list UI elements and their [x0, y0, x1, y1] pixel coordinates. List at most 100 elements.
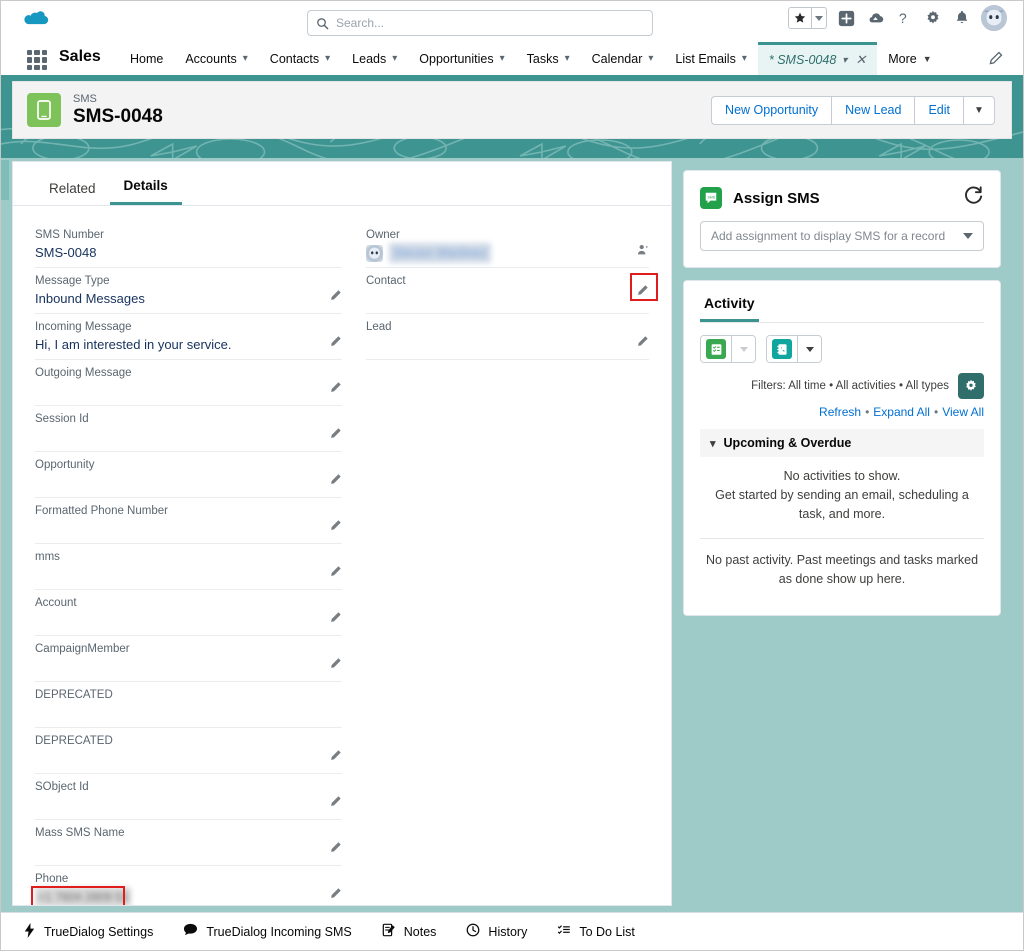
utility-truedialog-incoming-sms[interactable]: TrueDialog Incoming SMS [183, 923, 352, 940]
edit-pencil-icon[interactable] [329, 335, 342, 353]
utility-history[interactable]: History [466, 923, 527, 940]
refresh-link[interactable]: Refresh [819, 405, 861, 419]
utility-label: Notes [403, 924, 437, 939]
log-a-call-dropdown[interactable] [797, 336, 821, 362]
edit-pencil-icon[interactable] [329, 381, 342, 399]
edit-pencil-icon[interactable] [329, 887, 342, 905]
utility-label: TrueDialog Incoming SMS [206, 924, 352, 939]
help-icon[interactable]: ? [894, 8, 914, 28]
field-outgoing-message: Outgoing Message [35, 360, 342, 406]
nav-item-accounts[interactable]: Accounts ▾ [174, 42, 258, 75]
caret-down-icon[interactable]: ▼ [923, 54, 932, 64]
chevron-down-icon[interactable]: ▾ [842, 55, 847, 66]
new-task-dropdown[interactable] [731, 336, 755, 362]
nav-item-tasks[interactable]: Tasks ▾ [516, 42, 581, 75]
upcoming-overdue-section-header[interactable]: ▾ Upcoming & Overdue [700, 429, 984, 457]
chevron-down-icon[interactable]: ▾ [325, 53, 330, 64]
gear-icon[interactable] [923, 8, 943, 28]
upcoming-overdue-label: Upcoming & Overdue [723, 436, 852, 450]
empty-line-2: Get started by sending an email, schedul… [715, 488, 969, 521]
activity-filters-gear-icon[interactable] [958, 373, 984, 399]
avatar[interactable] [981, 5, 1007, 31]
edit-pencil-icon[interactable] [329, 657, 342, 675]
tab-activity[interactable]: Activity [700, 295, 759, 322]
favorites-control[interactable] [788, 7, 827, 29]
nav-item-label: List Emails [675, 51, 736, 66]
nav-item-calendar[interactable]: Calendar ▾ [581, 42, 665, 75]
edit-button[interactable]: Edit [914, 95, 963, 125]
edit-pencil-icon[interactable] [329, 841, 342, 859]
field-label: CampaignMember [35, 643, 130, 655]
assignment-combobox[interactable]: Add assignment to display SMS for a reco… [700, 221, 984, 251]
salesforce-cloud-logo[interactable] [19, 7, 53, 33]
global-search-input[interactable]: Search... [307, 10, 653, 36]
favorites-chevron-down-icon[interactable] [811, 8, 826, 28]
add-icon[interactable] [836, 8, 856, 28]
edit-pencil-icon[interactable] [636, 335, 649, 353]
expand-all-link[interactable]: Expand All [873, 405, 930, 419]
nav-item-leads[interactable]: Leads ▾ [341, 42, 408, 75]
new-task-button-group [700, 335, 756, 363]
utility-truedialog-settings[interactable]: TrueDialog Settings [23, 922, 153, 941]
field-label: Opportunity [35, 459, 95, 471]
nav-item-contacts[interactable]: Contacts ▾ [259, 42, 341, 75]
utility-notes[interactable]: Notes [382, 923, 437, 940]
assignment-placeholder: Add assignment to display SMS for a reco… [711, 229, 946, 243]
edit-pencil-icon[interactable] [329, 473, 342, 491]
chevron-down-icon[interactable] [963, 233, 973, 239]
new-opportunity-button[interactable]: New Opportunity [711, 95, 832, 125]
redacted-owner-name: Steven Martinez [389, 243, 491, 263]
view-all-link[interactable]: View All [942, 405, 984, 419]
edit-pencil-icon[interactable] [329, 749, 342, 767]
chevron-down-icon[interactable]: ▾ [648, 53, 653, 64]
edit-pencil-icon[interactable] [329, 289, 342, 307]
new-task-button[interactable] [701, 336, 731, 362]
edit-navigation-pencil-icon[interactable] [988, 51, 1003, 71]
chevron-down-icon[interactable]: ▾ [392, 53, 397, 64]
nav-item-home[interactable]: Home [119, 42, 174, 75]
details-left-column: SMS Number SMS-0048 Message Type Inbound… [31, 222, 342, 905]
nav-item-list-emails[interactable]: List Emails ▾ [664, 42, 757, 75]
change-owner-icon[interactable] [636, 243, 649, 261]
nav-item-opportunities[interactable]: Opportunities ▾ [408, 42, 515, 75]
app-launcher-icon[interactable] [27, 50, 47, 70]
log-a-call-button[interactable] [767, 336, 797, 362]
activity-empty-state: No activities to show. Get started by se… [684, 457, 1000, 524]
field-label: Account [35, 597, 77, 609]
chevron-down-icon[interactable]: ▾ [565, 53, 570, 64]
edit-pencil-icon[interactable] [329, 427, 342, 445]
record-banner: SMS SMS-0048 New Opportunity New Lead Ed… [1, 78, 1023, 158]
utility-to-do-list[interactable]: To Do List [557, 923, 635, 940]
nav-tab-sms-0048[interactable]: * SMS-0048 ▾ ✕ [757, 42, 878, 75]
field-mass-sms-name: Mass SMS Name [35, 820, 342, 866]
star-icon[interactable] [789, 8, 811, 28]
details-field-grid: SMS Number SMS-0048 Message Type Inbound… [13, 206, 671, 905]
edit-pencil-icon[interactable] [329, 795, 342, 813]
cloud-setup-icon[interactable] [865, 8, 885, 28]
field-deprecated-1: DEPRECATED [35, 682, 342, 728]
edit-pencil-icon[interactable] [329, 611, 342, 629]
field-label: Mass SMS Name [35, 827, 125, 839]
close-icon[interactable]: ✕ [855, 52, 866, 68]
refresh-icon[interactable] [963, 185, 984, 211]
tab-related[interactable]: Related [35, 181, 110, 205]
chevron-down-icon[interactable]: ▾ [243, 53, 248, 64]
activity-links: Refresh • Expand All • View All [819, 405, 984, 419]
edit-pencil-icon[interactable] [636, 284, 649, 302]
field-phone: Phone +1 7604 2809 53 [31, 866, 342, 905]
bell-icon[interactable] [952, 8, 972, 28]
tab-details[interactable]: Details [109, 178, 182, 205]
details-card: Related Details SMS Number SMS-0048 Mess… [12, 161, 672, 906]
edit-pencil-icon[interactable] [329, 565, 342, 583]
phone-highlight-box [31, 886, 125, 905]
svg-text:SMS: SMS [708, 196, 716, 200]
edit-pencil-icon[interactable] [329, 519, 342, 537]
new-lead-button[interactable]: New Lead [831, 95, 915, 125]
nav-item-more[interactable]: More ▼ [877, 42, 942, 75]
field-label: DEPRECATED [35, 689, 113, 701]
chevron-down-icon[interactable]: ▾ [710, 437, 716, 450]
record-actions-caret-down-icon[interactable]: ▼ [963, 95, 995, 125]
chevron-down-icon[interactable]: ▾ [500, 53, 505, 64]
search-icon [317, 17, 329, 29]
chevron-down-icon[interactable]: ▾ [742, 53, 747, 64]
